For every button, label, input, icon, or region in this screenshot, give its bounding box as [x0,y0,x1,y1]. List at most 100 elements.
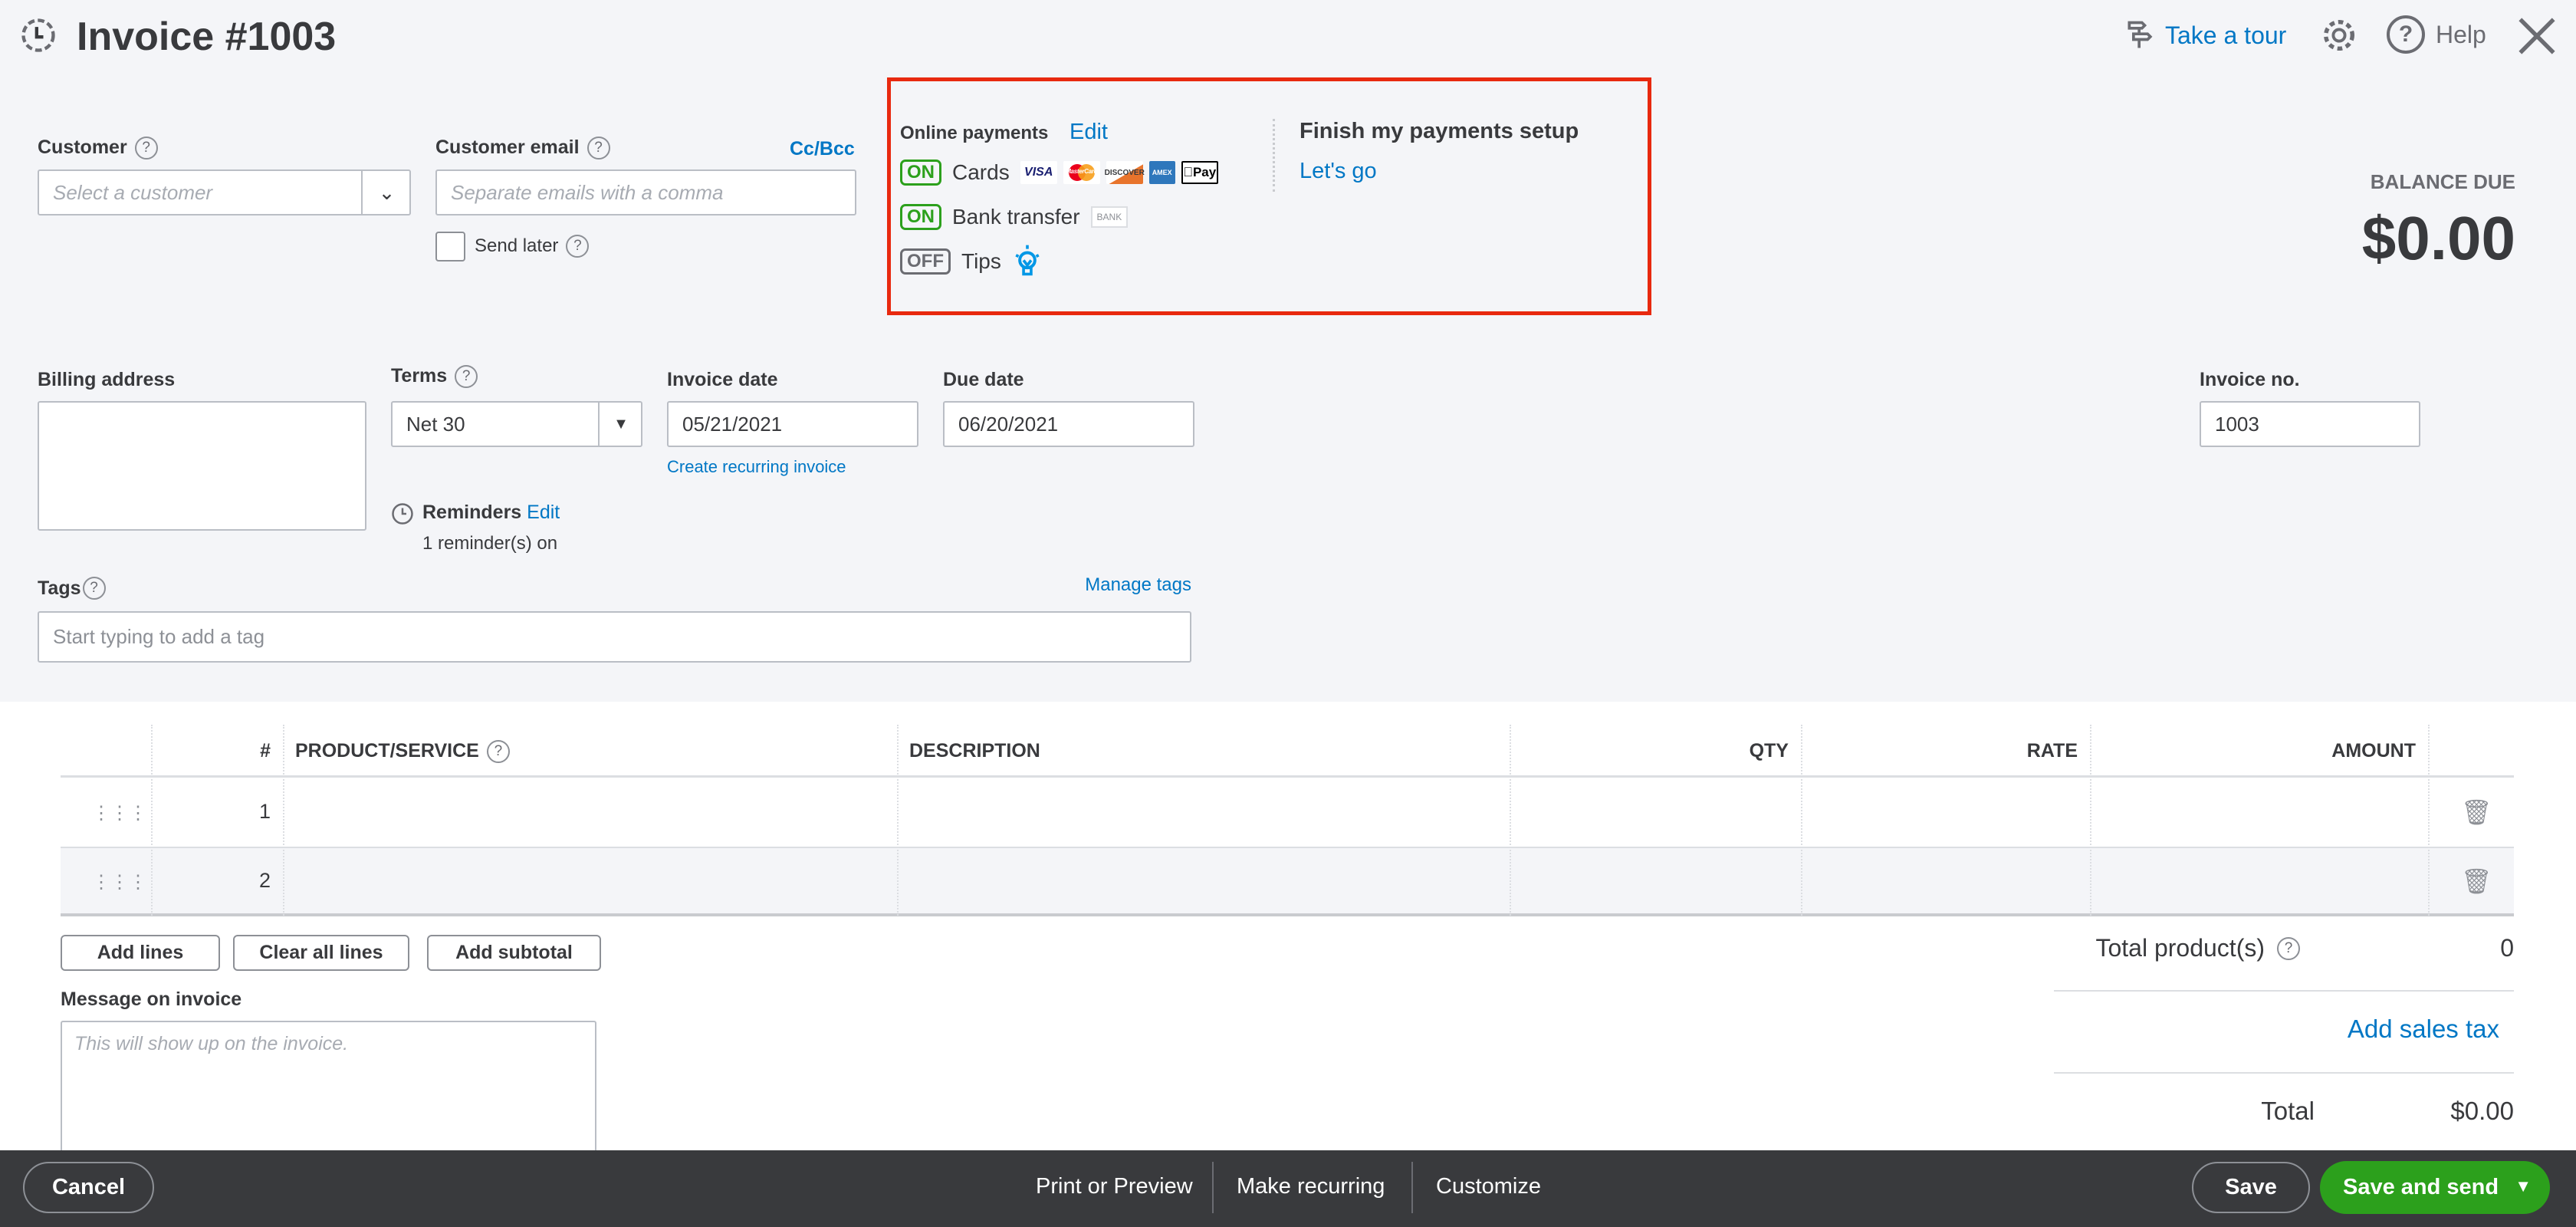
help-icon[interactable]: ? [455,365,478,389]
customer-email-input[interactable]: Separate emails with a comma [435,169,856,215]
add-sales-tax-link[interactable]: Add sales tax [2348,1015,2499,1044]
row-number: 1 [258,800,271,823]
billing-address-label: Billing address [38,369,176,390]
column-header-product: PRODUCT/SERVICE? [283,725,897,778]
balance-due-label: BALANCE DUE [2370,170,2515,193]
terms-select[interactable]: Net 30 ▼ [391,401,642,447]
message-input[interactable]: This will show up on the invoice. [61,1021,596,1166]
clear-all-lines-button[interactable]: Clear all lines [233,935,409,971]
due-date-input[interactable]: 06/20/2021 [943,401,1194,447]
tags-placeholder: Start typing to add a tag [53,625,265,648]
send-later-label: Send later? [475,235,590,258]
close-icon[interactable] [2517,16,2557,56]
customize-button[interactable]: Customize [1436,1171,1541,1202]
invoice-date-input[interactable]: 05/21/2021 [667,401,918,447]
send-later-checkbox[interactable] [435,232,465,262]
cc-bcc-link[interactable]: Cc/Bcc [790,138,855,160]
invoice-date-value: 05/21/2021 [682,412,783,436]
recent-transactions-icon[interactable] [18,15,58,55]
bank-icon: BANK [1090,206,1129,228]
discover-icon: DISCOVER [1105,161,1145,184]
make-recurring-button[interactable]: Make recurring [1237,1171,1385,1202]
lightbulb-icon [1015,245,1040,276]
caret-down-icon[interactable]: ▼ [2515,1176,2532,1196]
total-value: $0.00 [2450,1097,2514,1125]
cancel-button[interactable]: Cancel [23,1162,154,1213]
customer-select[interactable]: Select a customer ⌄ [38,169,411,215]
invoice-date-label: Invoice date [667,369,778,390]
help-button[interactable]: ? Help [2387,15,2486,54]
help-icon[interactable]: ? [2277,936,2300,960]
cards-row: ON Cards VISA MasterCard DISCOVER AMEX … [900,160,1218,186]
invoice-no-value: 1003 [2215,412,2259,436]
online-payments-panel [887,77,1651,315]
help-icon[interactable]: ? [134,137,158,160]
balance-due-amount: $0.00 [2361,204,2515,272]
help-icon[interactable]: ? [586,137,610,160]
customer-label: Customer? [38,137,158,160]
visa-icon: VISA [1020,161,1057,184]
drag-handle-icon[interactable]: ⋮⋮⋮ [92,871,147,893]
tips-toggle[interactable]: OFF [900,248,951,275]
amex-icon: AMEX [1148,161,1175,184]
email-placeholder: Separate emails with a comma [451,180,724,204]
tags-label: Tags? [38,577,106,600]
column-header-number: # [260,740,271,762]
bank-label: Bank transfer [952,205,1080,229]
reminders-row: Reminders Edit [422,502,560,524]
terms-value: Net 30 [406,412,465,436]
tags-input[interactable]: Start typing to add a tag [38,611,1191,663]
message-label: Message on invoice [61,989,242,1010]
terms-label: Terms? [391,365,478,389]
help-icon[interactable]: ? [566,235,590,258]
cards-toggle[interactable]: ON [900,160,941,186]
save-button[interactable]: Save [2192,1162,2310,1213]
table-row-bg [61,847,2514,916]
help-icon[interactable]: ? [82,577,106,600]
total-products-label: Total product(s)? [2095,934,2300,962]
customer-placeholder: Select a customer [53,180,213,204]
invoice-no-input[interactable]: 1003 [2200,401,2420,447]
reminders-label: Reminders [422,502,522,523]
chevron-down-icon[interactable]: ⌄ [361,171,411,214]
save-and-send-button[interactable]: Save and send ▼ [2320,1161,2550,1214]
caret-down-icon[interactable]: ▼ [598,403,642,446]
column-header-rate: RATE [2026,740,2078,762]
tips-label: Tips [961,249,1001,273]
cards-label: Cards [952,160,1010,184]
take-tour-link[interactable]: Take a tour [2124,18,2286,52]
help-label: Help [2436,20,2486,48]
create-recurring-link[interactable]: Create recurring invoice [667,457,846,477]
customer-email-label: Customer email? [435,137,610,160]
apple-pay-icon: Pay [1181,161,1218,184]
help-icon[interactable]: ? [486,739,510,763]
trash-icon[interactable]: 🗑 [2461,867,2492,896]
take-tour-label: Take a tour [2165,21,2287,49]
message-placeholder: This will show up on the invoice. [74,1033,349,1054]
tips-row: OFF Tips [900,244,1043,279]
billing-address-input[interactable] [38,401,366,531]
drag-handle-icon[interactable]: ⋮⋮⋮ [92,802,147,824]
due-date-value: 06/20/2021 [958,412,1059,436]
reminders-edit-link[interactable]: Edit [527,502,560,523]
add-subtotal-button[interactable]: Add subtotal [427,935,601,971]
total-label: Total [2261,1097,2315,1125]
bank-toggle[interactable]: ON [900,204,941,230]
finish-setup-title: Finish my payments setup [1300,119,1579,143]
print-preview-button[interactable]: Print or Preview [1036,1171,1193,1202]
lets-go-link[interactable]: Let's go [1300,159,1377,184]
column-header-qty: QTY [1749,740,1789,762]
payments-edit-link[interactable]: Edit [1070,120,1108,145]
clock-icon [392,503,413,525]
save-and-send-label: Save and send [2343,1175,2499,1199]
add-lines-button[interactable]: Add lines [61,935,220,971]
mastercard-icon: MasterCard [1063,161,1100,184]
bank-transfer-row: ON Bank transfer BANK [900,204,1129,230]
signpost-icon [2128,21,2153,48]
manage-tags-link[interactable]: Manage tags [1085,574,1191,596]
column-header-description: DESCRIPTION [909,740,1040,762]
gear-icon[interactable] [2319,15,2359,55]
trash-icon[interactable]: 🗑 [2461,798,2492,827]
divider [1273,119,1275,192]
mastercard-text: MasterCard [1066,168,1098,175]
